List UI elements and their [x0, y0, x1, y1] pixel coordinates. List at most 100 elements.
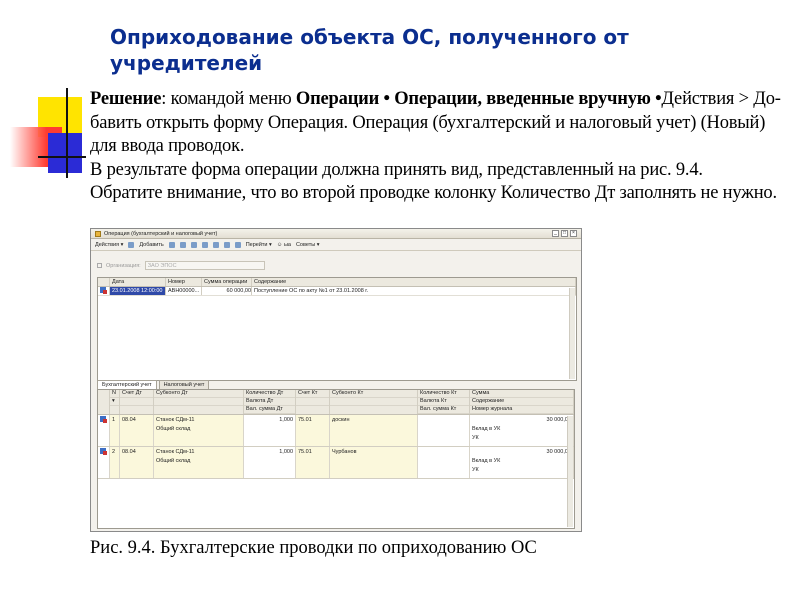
close-icon[interactable]: × — [570, 230, 577, 237]
entry-icon — [100, 448, 107, 455]
header-qty-dt[interactable]: Количество Дт — [244, 390, 295, 398]
cell-sum: 30 000,00 — [546, 417, 571, 423]
header-credit-account[interactable]: Счет Кт — [296, 390, 329, 398]
solution-line-3: для ввода проводок. — [90, 136, 245, 156]
decor-vertical-line — [66, 88, 68, 178]
header-subdt-blank — [154, 398, 243, 406]
header-subconto-kt[interactable]: Субконто Кт — [330, 390, 417, 398]
solution-text: Решение: командой меню Операции • Операц… — [90, 88, 781, 206]
cell-subconto-dt[interactable]: Станок СДм-11 Общий склад — [154, 415, 244, 446]
operations-table: Дата Номер Сумма операции Содержание 23.… — [97, 277, 577, 381]
header-kt-col: Счет Кт — [296, 390, 330, 414]
cell-n[interactable]: 2 — [110, 447, 120, 478]
header-number[interactable]: Номер — [166, 278, 202, 286]
cell-number[interactable]: АВН00000... — [166, 287, 202, 295]
operations-scrollbar[interactable] — [569, 288, 575, 379]
up-icon[interactable] — [201, 241, 208, 248]
actions-menu[interactable]: Действия ▾ — [95, 242, 123, 248]
cell-kt[interactable]: 75.01 — [296, 447, 330, 478]
maximize-icon[interactable]: □ — [561, 230, 568, 237]
window-controls: _ □ × — [552, 230, 577, 237]
tab-tax[interactable]: Налоговый учет — [158, 380, 210, 389]
cell-sum-group[interactable]: 30 000,00 Вклад в УК УК — [470, 415, 574, 446]
header-journal[interactable]: Номер журнала — [470, 406, 573, 414]
cell-qty-kt[interactable] — [418, 447, 470, 478]
copy-icon[interactable] — [168, 241, 175, 248]
help-button[interactable]: ☺ ыa — [277, 242, 291, 248]
solution-line-4: В результате форма операции должна приня… — [90, 159, 703, 180]
slide-title: Оприходование объекта ОС, полученного от… — [110, 25, 629, 75]
header-num-sort: ▾ — [110, 398, 119, 406]
header-dt-blank — [120, 398, 153, 406]
header-spacer — [98, 390, 110, 414]
organization-checkbox[interactable] — [97, 263, 102, 268]
table-row[interactable]: 1 08.04 Станок СДм-11 Общий склад 1,000 … — [98, 415, 574, 447]
filter-icon[interactable] — [234, 241, 241, 248]
header-debit-account[interactable]: Счет Дт — [120, 390, 153, 398]
table-row[interactable]: 23.01.2008 12:00:00 АВН00000... 60 000,0… — [98, 287, 576, 296]
cell-date[interactable]: 23.01.2008 12:00:00 — [110, 287, 166, 295]
entries-table: N ▾ Счет Дт Субконто Дт Количество Дт Ва… — [97, 389, 575, 529]
goto-menu[interactable]: Перейти ▾ — [246, 242, 272, 248]
down-icon[interactable] — [212, 241, 219, 248]
header-num-col: N ▾ — [110, 390, 120, 414]
delete-icon[interactable] — [190, 241, 197, 248]
row-icon — [98, 447, 110, 478]
cell-dt[interactable]: 08.04 — [120, 447, 154, 478]
subconto-dt-1: Станок СДм-11 — [156, 417, 195, 423]
header-curr-sum-dt[interactable]: Вал. сумма Дт — [244, 406, 295, 414]
add-button[interactable]: Добавить — [139, 242, 163, 248]
subconto-dt-2: Общий склад — [156, 458, 191, 464]
header-qty-kt[interactable]: Количество Кт — [418, 390, 469, 398]
header-curr-kt[interactable]: Валюта Кт — [418, 398, 469, 406]
header-sum[interactable]: Сумма — [470, 390, 573, 398]
cell-subconto-kt[interactable]: доскин — [330, 415, 418, 446]
decor-blue-square — [48, 133, 82, 173]
header-subconto-dt[interactable]: Субконто Дт — [154, 390, 243, 398]
cell-dt[interactable]: 08.04 — [120, 415, 154, 446]
header-sum-col: Сумма Содержание Номер журнала — [470, 390, 574, 414]
organization-row: Организация: ЗАО ЭПОС — [97, 261, 265, 270]
cell-sum[interactable]: 60 000,00 — [202, 287, 252, 295]
figure-caption: Рис. 9.4. Бухгалтерские проводки по опри… — [90, 538, 537, 558]
header-kt-blank — [296, 398, 329, 406]
header-qtykt-col: Количество Кт Валюта Кт Вал. сумма Кт — [418, 390, 470, 414]
solution-line-1: Решение: командой меню Операции • Операц… — [90, 89, 781, 109]
cell-qty-dt[interactable]: 1,000 — [244, 447, 296, 478]
add-icon — [128, 241, 135, 248]
header-icon-col — [98, 278, 110, 286]
entry-icon — [100, 287, 107, 294]
edit-icon[interactable] — [179, 241, 186, 248]
tab-accounting[interactable]: Бухгалтерский учет — [97, 380, 157, 389]
header-sum[interactable]: Сумма операции — [202, 278, 252, 286]
solution-line-5: Обратите внимание, что во второй проводк… — [90, 183, 777, 203]
header-date[interactable]: Дата — [110, 278, 166, 286]
minimize-icon[interactable]: _ — [552, 230, 559, 237]
header-content[interactable]: Содержание — [252, 278, 576, 286]
cell-journal: УК — [472, 435, 479, 441]
cell-kt[interactable]: 75.01 — [296, 415, 330, 446]
tips-menu[interactable]: Советы ▾ — [296, 242, 320, 248]
subconto-dt-2: Общий склад — [156, 426, 191, 432]
cell-sum: 30 000,00 — [546, 449, 571, 455]
header-dt-col: Счет Дт — [120, 390, 154, 414]
cell-journal: УК — [472, 467, 479, 473]
cell-content[interactable]: Поступление ОС по акту №1 от 23.01.2008 … — [252, 287, 576, 295]
header-curr-sum-kt[interactable]: Вал. сумма Кт — [418, 406, 469, 414]
header-num[interactable]: N — [110, 390, 119, 398]
cell-qty-kt[interactable] — [418, 415, 470, 446]
cell-n[interactable]: 1 — [110, 415, 120, 446]
cell-subconto-kt[interactable]: Чурбанов — [330, 447, 418, 478]
cell-sum-group[interactable]: 30 000,00 Вклад в УК УК — [470, 447, 574, 478]
header-content[interactable]: Содержание — [470, 398, 573, 406]
header-curr-dt[interactable]: Валюта Дт — [244, 398, 295, 406]
window-titlebar: Операция (бухгалтерский и налоговый учет… — [91, 229, 581, 239]
cell-subconto-dt[interactable]: Станок СДм-11 Общий склад — [154, 447, 244, 478]
header-qtydt-col: Количество Дт Валюта Дт Вал. сумма Дт — [244, 390, 296, 414]
cell-qty-dt[interactable]: 1,000 — [244, 415, 296, 446]
organization-field[interactable]: ЗАО ЭПОС — [144, 261, 265, 270]
table-row[interactable]: 2 08.04 Станок СДм-11 Общий склад 1,000 … — [98, 447, 574, 479]
window-title: Операция (бухгалтерский и налоговый учет… — [104, 230, 218, 237]
entries-scrollbar[interactable] — [567, 416, 573, 527]
sort-icon[interactable] — [223, 241, 230, 248]
